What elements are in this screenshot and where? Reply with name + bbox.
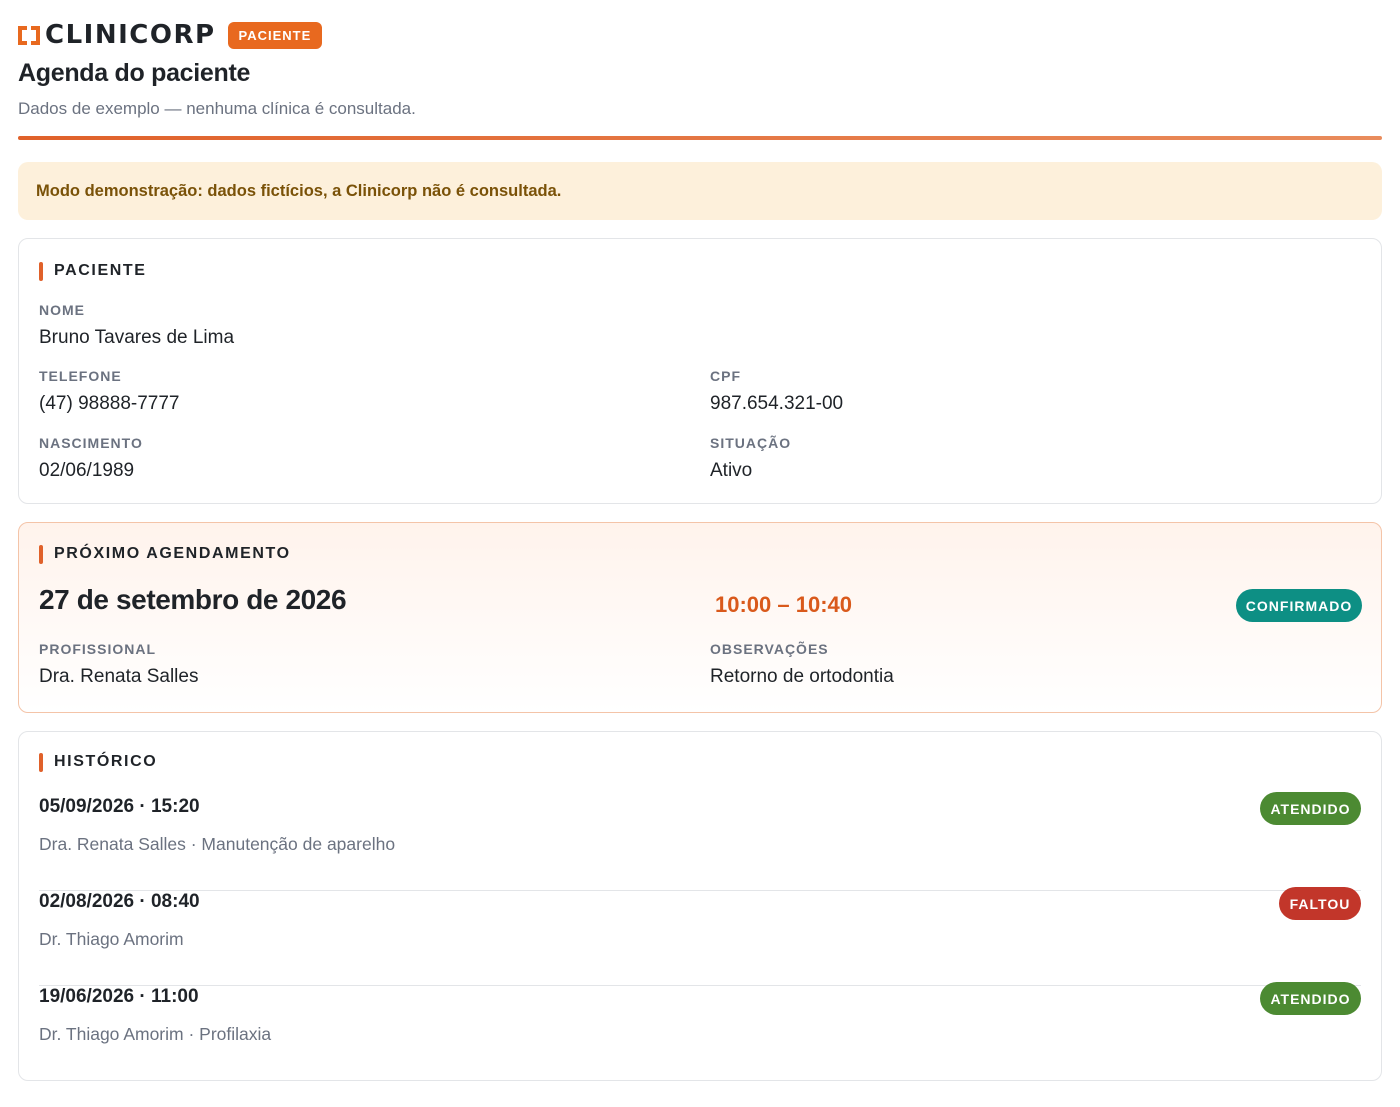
next-appointment-card: PRÓXIMO AGENDAMENTO 27 de setembro de 20…	[18, 522, 1382, 713]
appointment-professional: Dra. Renata Salles	[39, 666, 199, 687]
history-card: HISTÓRICO 05/09/2026 · 15:20 Dra. Renata…	[18, 731, 1382, 1081]
history-description: Dra. Renata Salles · Manutenção de apare…	[39, 834, 396, 854]
section-title-text: PRÓXIMO AGENDAMENTO	[54, 545, 291, 562]
history-item: 19/06/2026 · 11:00 Dr. Thiago Amorim · P…	[39, 982, 1361, 1081]
patient-card: PACIENTE NOME Bruno Tavares de Lima TELE…	[18, 238, 1382, 504]
page: CLINICORP PACIENTE Agenda do paciente Da…	[0, 0, 1400, 1107]
history-status-badge: ATENDIDO	[1260, 792, 1361, 825]
status-label: SITUAÇÃO	[710, 435, 792, 451]
appointment-date: 27 de setembro de 2026	[39, 584, 347, 615]
history-status-badge: ATENDIDO	[1260, 982, 1361, 1015]
section-accent-bar	[39, 261, 43, 281]
patient-name: Bruno Tavares de Lima	[39, 327, 235, 348]
clinicorp-logo-icon	[18, 25, 40, 45]
appointment-notes: Retorno de ortodontia	[710, 666, 894, 687]
clinicorp-logo: CLINICORP	[18, 22, 216, 48]
patient-section-title: PACIENTE	[39, 261, 147, 281]
page-title: Agenda do paciente	[18, 59, 251, 87]
history-datetime: 19/06/2026 · 11:00	[39, 986, 199, 1007]
demo-notice: Modo demonstração: dados fictícios, a Cl…	[18, 162, 1382, 220]
header-divider	[18, 136, 1382, 140]
brand-row: CLINICORP PACIENTE	[18, 20, 323, 50]
next-appointment-section-title: PRÓXIMO AGENDAMENTO	[39, 544, 291, 564]
patient-cpf: 987.654.321-00	[710, 393, 844, 414]
page-subtitle: Dados de exemplo — nenhuma clínica é con…	[18, 99, 416, 118]
history-item: 05/09/2026 · 15:20 Dra. Renata Salles · …	[39, 792, 1361, 891]
history-status-badge: FALTOU	[1279, 887, 1361, 920]
professional-label: PROFISSIONAL	[39, 641, 157, 657]
history-item: 02/08/2026 · 08:40 Dr. Thiago Amorim FAL…	[39, 887, 1361, 986]
history-section-title: HISTÓRICO	[39, 752, 157, 772]
patient-birth: 02/06/1989	[39, 460, 135, 481]
demo-notice-text: Modo demonstração: dados fictícios, a Cl…	[36, 181, 562, 200]
birth-label: NASCIMENTO	[39, 435, 143, 451]
name-label: NOME	[39, 302, 85, 318]
history-description: Dr. Thiago Amorim · Profilaxia	[39, 1024, 272, 1044]
patient-phone: (47) 98888-7777	[39, 393, 180, 414]
notes-label: OBSERVAÇÕES	[710, 641, 829, 657]
section-title-text: PACIENTE	[54, 262, 147, 279]
appointment-time: 10:00 – 10:40	[715, 592, 852, 617]
patient-badge: PACIENTE	[227, 21, 323, 49]
phone-label: TELEFONE	[39, 368, 122, 384]
section-accent-bar	[39, 752, 43, 772]
cpf-label: CPF	[710, 368, 741, 384]
section-accent-bar	[39, 544, 43, 564]
patient-status: Ativo	[710, 460, 753, 481]
history-datetime: 02/08/2026 · 08:40	[39, 891, 200, 912]
history-datetime: 05/09/2026 · 15:20	[39, 796, 200, 817]
appointment-status-badge: CONFIRMADO	[1236, 589, 1362, 622]
logo-text: CLINICORP	[45, 20, 216, 50]
section-title-text: HISTÓRICO	[54, 753, 158, 770]
history-description: Dr. Thiago Amorim	[39, 929, 184, 949]
